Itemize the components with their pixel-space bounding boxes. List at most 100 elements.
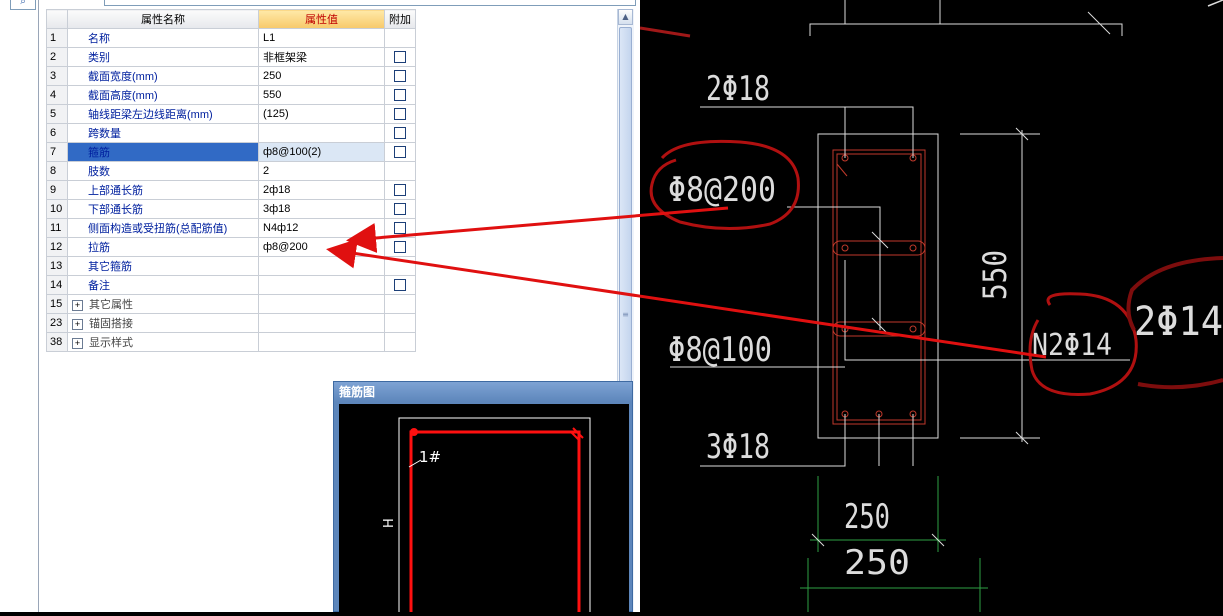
add-cell[interactable] xyxy=(384,104,416,124)
property-value[interactable]: 250 xyxy=(258,66,385,86)
table-group-row[interactable]: 15 + 其它属性 xyxy=(46,294,416,314)
table-row[interactable]: 7 箍筋 ф8@100(2) xyxy=(46,142,416,162)
property-name[interactable]: 其它箍筋 xyxy=(67,256,259,276)
table-group-row[interactable]: 23 + 锚固搭接 xyxy=(46,313,416,333)
row-number: 14 xyxy=(46,275,68,295)
property-value[interactable]: 2ф18 xyxy=(258,180,385,200)
table-row[interactable]: 10 下部通长筋 3ф18 xyxy=(46,199,416,219)
property-name[interactable]: 截面高度(mm) xyxy=(67,85,259,105)
property-table: 属性名称 属性值 附加 1 名称 L1 2 类别 非框架梁 3 截面宽度(mm) 250 4 截面高… xyxy=(46,9,416,352)
tie-spacing-label: Φ8@200 xyxy=(668,170,776,210)
expand-plus-icon[interactable]: + xyxy=(72,299,83,311)
table-row[interactable]: 5 轴线距梁左边线距离(mm) (125) xyxy=(46,104,416,124)
property-value[interactable]: ф8@200 xyxy=(258,237,385,257)
stirrup-spacing-label: Φ8@100 xyxy=(668,330,772,370)
property-name[interactable]: 侧面构造或受扭筋(总配筋值) xyxy=(67,218,259,238)
property-name[interactable]: 截面宽度(mm) xyxy=(67,66,259,86)
property-value[interactable]: (125) xyxy=(258,104,385,124)
add-checkbox[interactable] xyxy=(394,279,406,292)
header-property-value[interactable]: 属性值 xyxy=(258,9,385,29)
table-row[interactable]: 13 其它箍筋 xyxy=(46,256,416,276)
add-checkbox[interactable] xyxy=(394,108,406,121)
property-name[interactable]: 跨数量 xyxy=(67,123,259,143)
property-name[interactable]: 拉筋 xyxy=(67,237,259,257)
property-value[interactable]: 非框架梁 xyxy=(258,47,385,67)
property-value[interactable]: L1 xyxy=(258,28,385,48)
left-toolbar-strip: ⌕ xyxy=(0,0,39,612)
add-checkbox[interactable] xyxy=(394,146,406,159)
table-row[interactable]: 1 名称 L1 xyxy=(46,28,416,48)
property-value[interactable]: ф8@100(2) xyxy=(258,142,385,162)
add-checkbox[interactable] xyxy=(394,89,406,102)
add-checkbox[interactable] xyxy=(394,203,406,216)
row-number: 4 xyxy=(46,85,68,105)
tie-upper xyxy=(832,240,926,256)
add-cell[interactable] xyxy=(384,142,416,162)
group-name[interactable]: + 显示样式 xyxy=(67,332,259,352)
table-group-row[interactable]: 38 + 显示样式 xyxy=(46,332,416,352)
property-name[interactable]: 箍筋 xyxy=(67,142,259,162)
add-checkbox[interactable] xyxy=(394,241,406,254)
property-value[interactable]: 3ф18 xyxy=(258,199,385,219)
table-row[interactable]: 3 截面宽度(mm) 250 xyxy=(46,66,416,86)
row-number: 2 xyxy=(46,47,68,67)
property-value[interactable]: 2 xyxy=(258,161,385,181)
header-property-name[interactable]: 属性名称 xyxy=(67,9,259,29)
table-row[interactable]: 9 上部通长筋 2ф18 xyxy=(46,180,416,200)
top-edit-field[interactable] xyxy=(104,0,636,6)
property-name[interactable]: 轴线距梁左边线距离(mm) xyxy=(67,104,259,124)
add-cell[interactable] xyxy=(384,218,416,238)
add-cell[interactable] xyxy=(384,123,416,143)
add-cell[interactable] xyxy=(384,66,416,86)
table-row[interactable]: 6 跨数量 xyxy=(46,123,416,143)
tie-lower xyxy=(832,321,926,337)
stirrup-window-title[interactable]: 箍筋图 xyxy=(334,382,632,402)
add-checkbox[interactable] xyxy=(394,70,406,83)
group-name[interactable]: + 锚固搭接 xyxy=(67,313,259,333)
table-row[interactable]: 8 肢数 2 xyxy=(46,161,416,181)
header-add[interactable]: 附加 xyxy=(384,9,416,29)
scroll-up-arrow-icon[interactable]: ▲ xyxy=(618,9,633,25)
row-number: 3 xyxy=(46,66,68,86)
add-cell[interactable] xyxy=(384,47,416,67)
expand-plus-icon[interactable]: + xyxy=(72,318,83,330)
table-row[interactable]: 12 拉筋 ф8@200 xyxy=(46,237,416,257)
stirrup-label-h: H xyxy=(382,518,397,528)
stirrup-label-1: 1# xyxy=(419,448,441,466)
search-icon[interactable]: ⌕ xyxy=(10,0,36,10)
add-cell xyxy=(384,294,416,314)
row-number: 1 xyxy=(46,28,68,48)
add-cell[interactable] xyxy=(384,199,416,219)
table-row[interactable]: 4 截面高度(mm) 550 xyxy=(46,85,416,105)
add-checkbox[interactable] xyxy=(394,184,406,197)
add-cell[interactable] xyxy=(384,275,416,295)
add-cell[interactable] xyxy=(384,85,416,105)
property-value[interactable] xyxy=(258,275,385,295)
add-checkbox[interactable] xyxy=(394,51,406,64)
group-label: 锚固搭接 xyxy=(89,318,133,330)
property-value[interactable] xyxy=(258,123,385,143)
property-name[interactable]: 下部通长筋 xyxy=(67,199,259,219)
add-checkbox[interactable] xyxy=(394,222,406,235)
top-bars-label: 2Φ18 xyxy=(706,69,770,109)
group-name[interactable]: + 其它属性 xyxy=(67,294,259,314)
add-checkbox[interactable] xyxy=(394,127,406,140)
table-row[interactable]: 11 侧面构造或受扭筋(总配筋值) N4ф12 xyxy=(46,218,416,238)
add-cell[interactable] xyxy=(384,237,416,257)
group-value xyxy=(258,294,385,314)
stirrup-diagram-window: 箍筋图 1# H xyxy=(333,381,633,612)
property-value[interactable] xyxy=(258,256,385,276)
add-cell[interactable] xyxy=(384,180,416,200)
property-value[interactable]: N4ф12 xyxy=(258,218,385,238)
cad-drawing-area[interactable]: 2Φ18 Φ8@200 Φ8@100 3Φ18 550 250 250 N2Φ1… xyxy=(639,0,1223,612)
table-row[interactable]: 2 类别 非框架梁 xyxy=(46,47,416,67)
property-value[interactable]: 550 xyxy=(258,85,385,105)
property-name[interactable]: 类别 xyxy=(67,47,259,67)
property-name[interactable]: 名称 xyxy=(67,28,259,48)
property-name[interactable]: 上部通长筋 xyxy=(67,180,259,200)
expand-plus-icon[interactable]: + xyxy=(72,337,83,349)
property-name[interactable]: 备注 xyxy=(67,275,259,295)
table-row[interactable]: 14 备注 xyxy=(46,275,416,295)
stirrup-inner xyxy=(836,153,922,421)
property-name[interactable]: 肢数 xyxy=(67,161,259,181)
